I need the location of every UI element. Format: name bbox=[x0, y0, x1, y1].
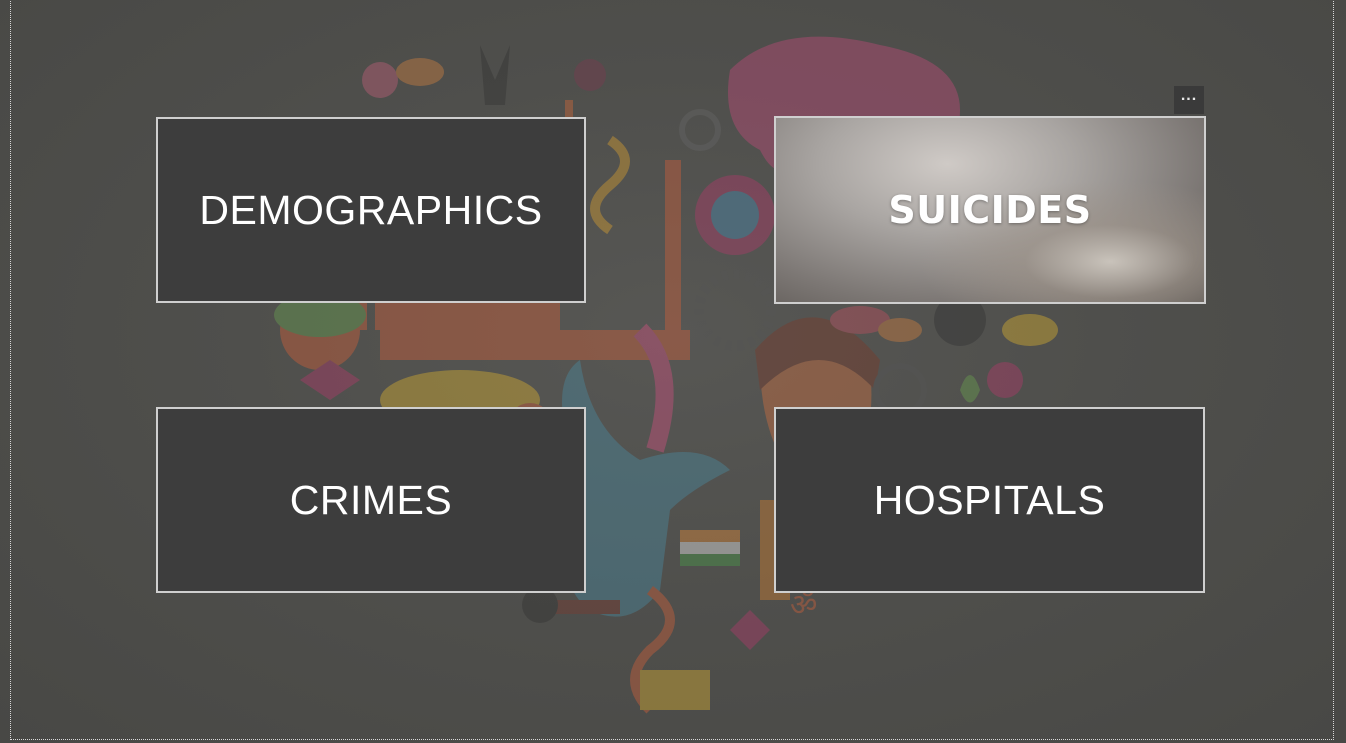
svg-text:ॐ: ॐ bbox=[790, 588, 817, 623]
more-options-icon: ... bbox=[1180, 87, 1198, 104]
suicides-tile[interactable]: SUICIDES bbox=[774, 116, 1206, 304]
hospitals-tile[interactable]: HOSPITALS bbox=[774, 407, 1205, 593]
hospitals-label: HOSPITALS bbox=[873, 476, 1106, 523]
demographics-label: DEMOGRAPHICS bbox=[199, 186, 543, 233]
crimes-label: CRIMES bbox=[289, 476, 453, 523]
crimes-tile[interactable]: CRIMES bbox=[156, 407, 586, 593]
report-canvas: ॐ DEMOGRAPHICS SUICIDES CRIMES HOSPITALS… bbox=[0, 0, 1346, 743]
more-options-button[interactable]: ... bbox=[1174, 86, 1204, 114]
demographics-tile[interactable]: DEMOGRAPHICS bbox=[156, 117, 586, 303]
suicides-label: SUICIDES bbox=[888, 188, 1092, 232]
